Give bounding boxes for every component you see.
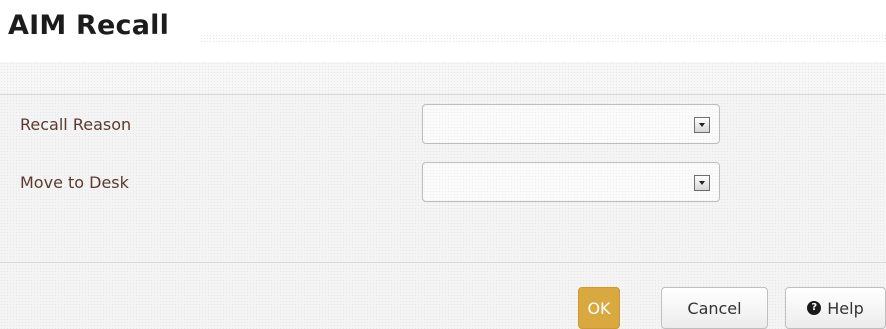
recall-reason-label: Recall Reason bbox=[20, 115, 132, 134]
question-circle-icon: ? bbox=[807, 301, 822, 315]
ok-button-label: OK bbox=[587, 298, 611, 318]
chevron-down-icon[interactable] bbox=[694, 117, 710, 133]
move-to-desk-label: Move to Desk bbox=[20, 173, 129, 192]
chevron-down-icon[interactable] bbox=[694, 175, 710, 191]
title-divider bbox=[200, 34, 886, 42]
help-button[interactable]: ? Help bbox=[785, 287, 886, 329]
subheader-band bbox=[0, 62, 886, 94]
cancel-button-label: Cancel bbox=[687, 298, 742, 318]
ok-button[interactable]: OK bbox=[578, 287, 620, 329]
help-button-label: Help bbox=[827, 298, 864, 318]
recall-reason-dropdown[interactable] bbox=[422, 104, 720, 144]
cancel-button[interactable]: Cancel bbox=[661, 287, 768, 329]
aim-recall-dialog: AIM Recall Recall Reason Move to Desk OK… bbox=[0, 0, 886, 329]
dialog-title: AIM Recall bbox=[8, 10, 170, 41]
move-to-desk-dropdown[interactable] bbox=[422, 162, 720, 202]
dialog-header: AIM Recall bbox=[0, 0, 886, 62]
